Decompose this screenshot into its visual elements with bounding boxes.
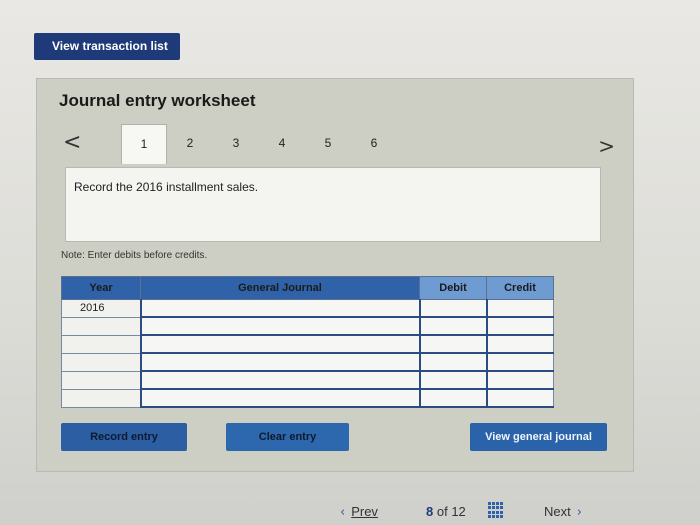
account-cell[interactable] <box>139 316 420 336</box>
current-page: 8 <box>426 504 434 519</box>
prev-label: Prev <box>351 504 378 519</box>
credit-cell[interactable] <box>485 388 554 408</box>
note-text: Note: Enter debits before credits. <box>61 250 208 261</box>
year-cell[interactable] <box>61 388 141 408</box>
tab-entry-3[interactable]: 3 <box>213 124 259 162</box>
entry-tab-bar: < 1 2 3 4 5 6 > <box>61 124 617 164</box>
credit-cell[interactable] <box>485 334 554 354</box>
column-header-credit: Credit <box>486 276 554 300</box>
year-cell[interactable] <box>61 370 141 390</box>
record-entry-button[interactable]: Record entry <box>61 423 187 451</box>
year-cell[interactable] <box>61 352 141 372</box>
debit-cell[interactable] <box>418 316 487 336</box>
tab-entry-5[interactable]: 5 <box>305 124 351 162</box>
clear-entry-button[interactable]: Clear entry <box>226 423 349 451</box>
page-counter: 8 of 12 <box>426 504 466 519</box>
tab-entry-6[interactable]: 6 <box>351 124 397 162</box>
question-pager: ‹ Prev 8 of 12 Next › <box>330 498 610 524</box>
question-grid-icon[interactable] <box>488 502 504 518</box>
account-cell[interactable] <box>139 334 420 354</box>
table-row <box>61 352 554 372</box>
table-row: 2016 <box>61 299 554 318</box>
next-label: Next <box>544 504 571 519</box>
next-question-link[interactable]: Next › <box>544 504 582 520</box>
table-row <box>61 370 554 390</box>
worksheet-title: Journal entry worksheet <box>59 91 256 110</box>
of-label: of <box>436 504 448 519</box>
account-cell[interactable] <box>139 299 420 318</box>
credit-cell[interactable] <box>485 299 554 318</box>
chevron-left-icon: ‹ <box>340 505 346 520</box>
year-cell[interactable] <box>61 316 141 336</box>
credit-cell[interactable] <box>485 370 554 390</box>
column-header-debit: Debit <box>419 276 487 300</box>
year-cell[interactable] <box>61 334 141 354</box>
instruction-text: Record the 2016 installment sales. <box>74 180 259 194</box>
tab-entry-2[interactable]: 2 <box>167 124 213 162</box>
tab-entry-4[interactable]: 4 <box>259 124 305 162</box>
view-general-journal-button[interactable]: View general journal <box>470 423 607 451</box>
table-row <box>61 334 554 354</box>
debit-cell[interactable] <box>418 334 487 354</box>
account-cell[interactable] <box>139 388 420 408</box>
journal-entry-table: Year General Journal Debit Credit 2016 <box>61 276 554 408</box>
account-cell[interactable] <box>139 370 420 390</box>
journal-worksheet-panel: Journal entry worksheet < 1 2 3 4 5 6 > … <box>36 78 634 472</box>
account-cell[interactable] <box>139 352 420 372</box>
debit-cell[interactable] <box>418 299 487 318</box>
total-pages: 12 <box>451 504 466 519</box>
debit-cell[interactable] <box>418 388 487 408</box>
prev-entry-chevron-icon[interactable]: < <box>63 130 81 155</box>
debit-cell[interactable] <box>418 352 487 372</box>
instruction-box: Record the 2016 installment sales. <box>65 167 601 242</box>
credit-cell[interactable] <box>485 352 554 372</box>
table-row <box>61 316 554 336</box>
table-row <box>61 388 554 408</box>
column-header-year: Year <box>61 276 141 300</box>
view-transaction-list-button[interactable]: View transaction list <box>34 33 180 60</box>
year-cell[interactable]: 2016 <box>61 299 141 318</box>
credit-cell[interactable] <box>485 316 554 336</box>
debit-cell[interactable] <box>418 370 487 390</box>
prev-question-link[interactable]: ‹ Prev <box>340 504 378 520</box>
table-header-row: Year General Journal Debit Credit <box>61 276 554 300</box>
chevron-right-icon: › <box>576 505 582 520</box>
column-header-general-journal: General Journal <box>140 276 420 300</box>
tab-entry-1[interactable]: 1 <box>121 124 167 164</box>
next-entry-chevron-icon[interactable]: > <box>598 134 615 158</box>
